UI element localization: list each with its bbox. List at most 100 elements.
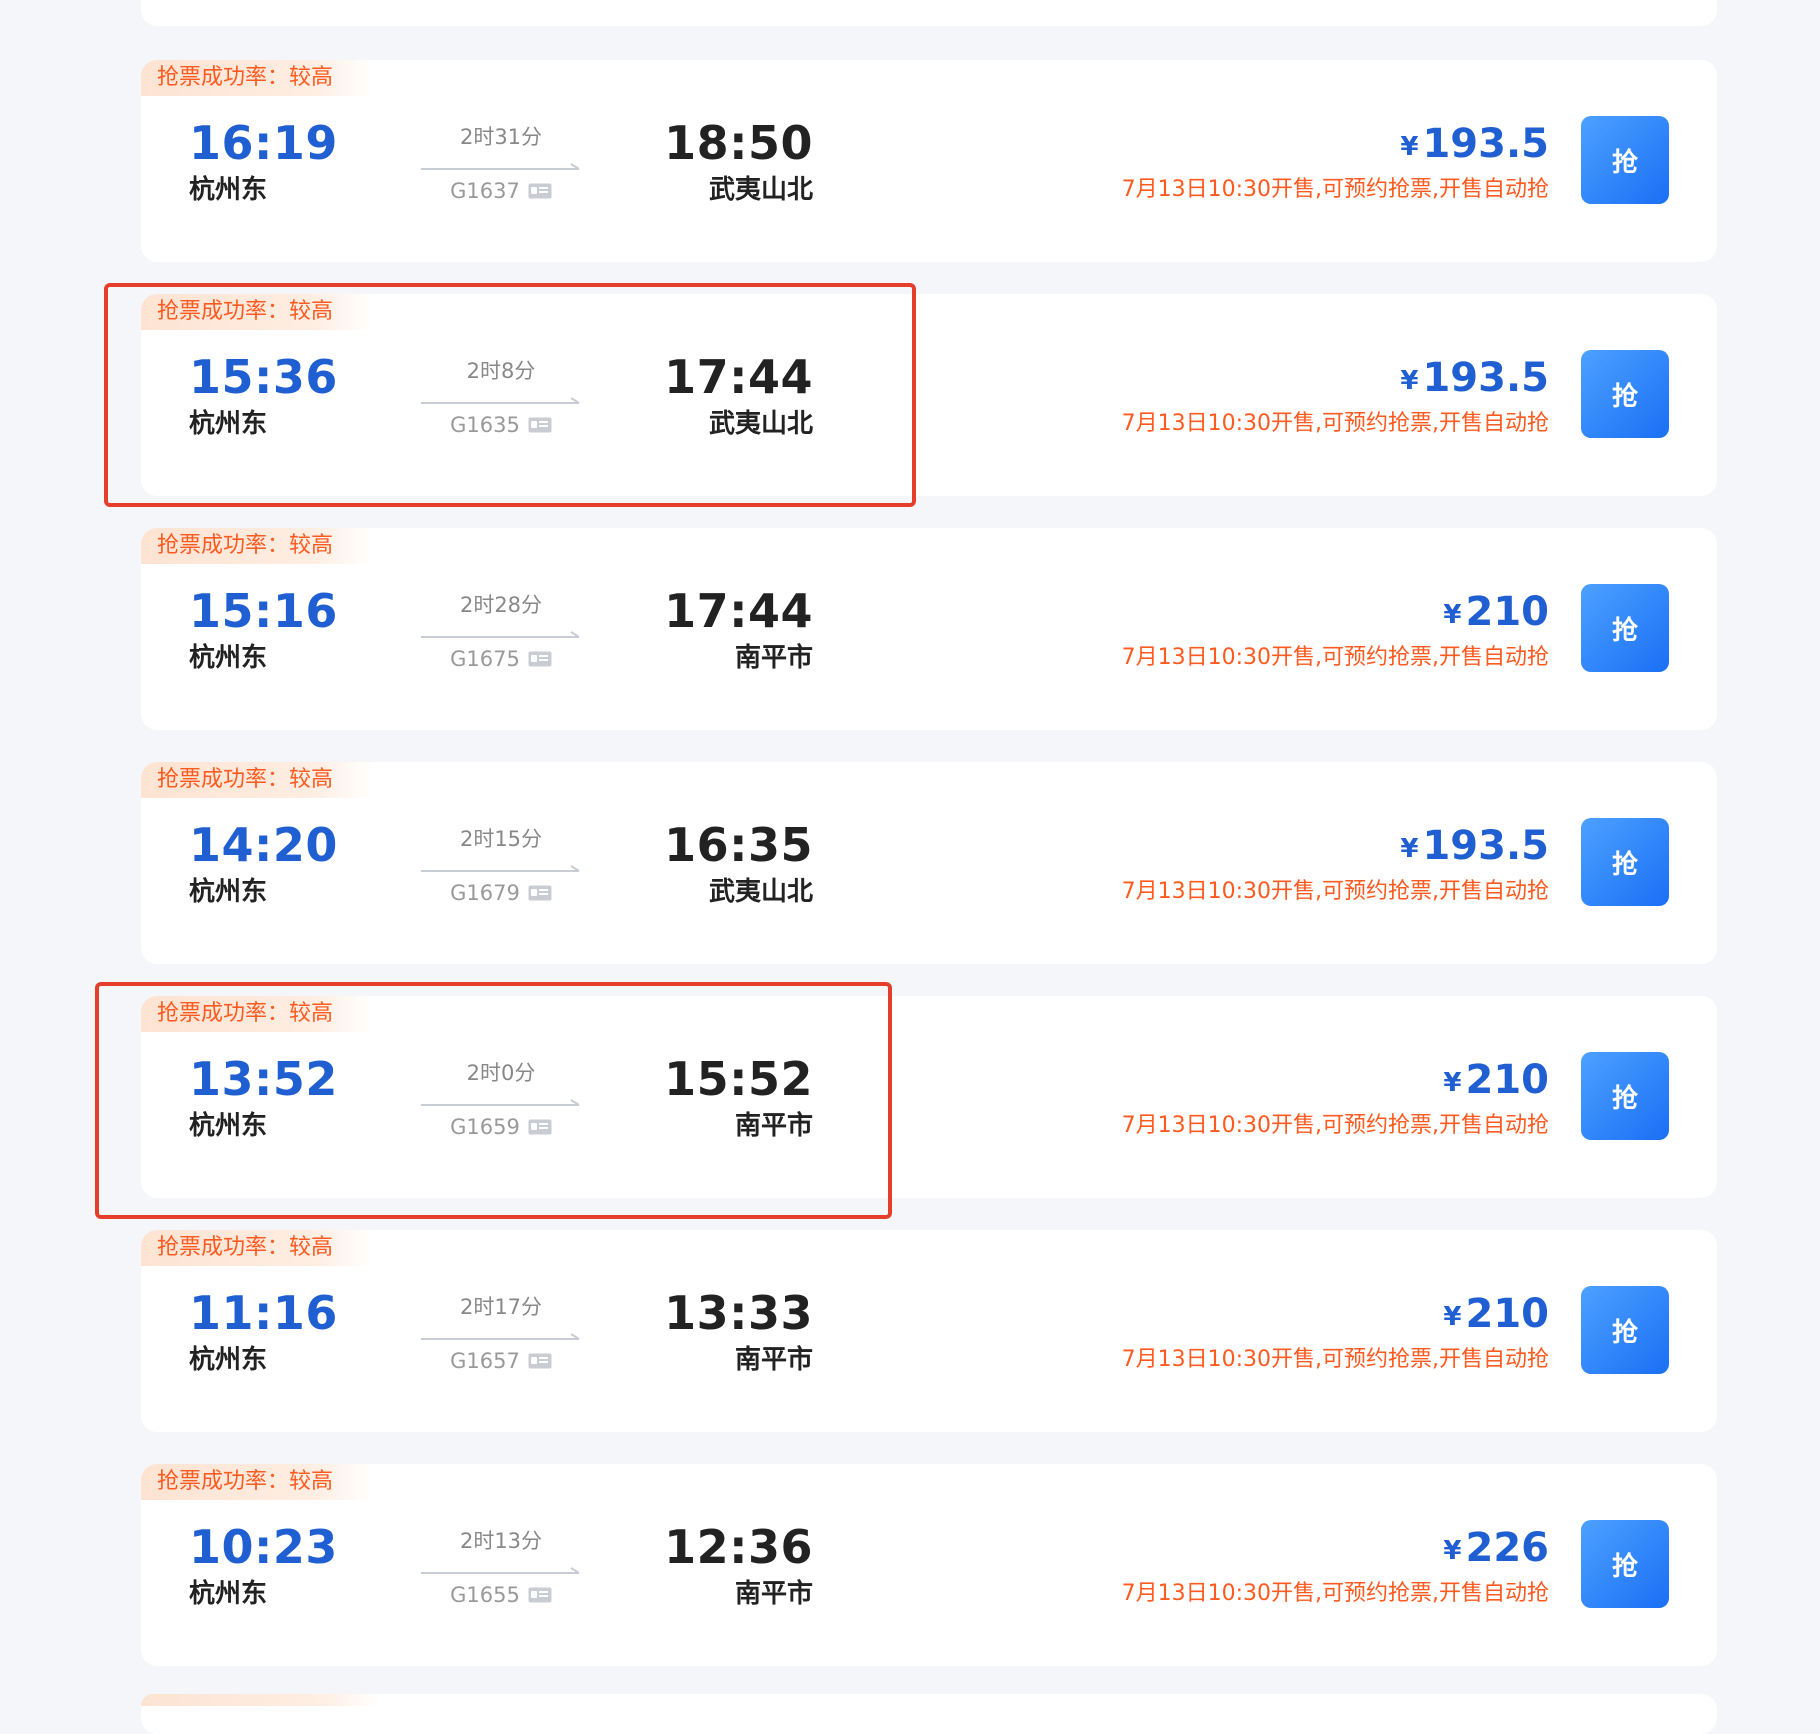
success-rate-badge: 抢票成功率：较高 [141, 996, 374, 1032]
id-card-icon [528, 1119, 552, 1135]
arrival-station: 武夷山北 [708, 409, 813, 439]
grab-ticket-button[interactable]: 抢 [1581, 116, 1669, 204]
trip-duration: 2时8分 [466, 359, 536, 383]
arrival-time: 17:44 [664, 584, 813, 638]
arrival-station: 武夷山北 [708, 175, 813, 205]
price-amount: 193.5 [1422, 823, 1549, 869]
departure-time: 14:20 [189, 818, 338, 872]
departure-station: 杭州东 [189, 409, 268, 439]
train-number: G1635 [450, 413, 520, 437]
trip-duration: 2时15分 [459, 827, 543, 851]
grab-ticket-button[interactable]: 抢 [1581, 584, 1669, 672]
arrival-time: 12:36 [664, 1520, 813, 1574]
route-arrow-icon [421, 865, 580, 872]
train-number: G1637 [450, 179, 520, 203]
departure-station: 杭州东 [189, 175, 268, 205]
train-card[interactable]: 抢票成功率：较高 16:19 杭州东 2时31分 G1637 18:50 武夷山… [141, 60, 1717, 262]
sale-note: 7月13日10:30开售,可预约抢票,开售自动抢 [1121, 411, 1549, 436]
id-card-icon [528, 183, 552, 199]
arrival-station: 南平市 [734, 1579, 813, 1609]
trip-duration: 2时17分 [459, 1295, 543, 1319]
route-arrow-icon [421, 397, 580, 404]
departure-station: 杭州东 [189, 643, 268, 673]
id-card-icon [528, 417, 552, 433]
arrival-time: 16:35 [664, 818, 813, 872]
currency-symbol: ¥ [1400, 132, 1419, 162]
route-arrow-icon [421, 1567, 580, 1574]
train-number: G1657 [450, 1349, 520, 1373]
price-amount: 226 [1465, 1525, 1550, 1571]
departure-station: 杭州东 [189, 1345, 268, 1375]
price-amount: 210 [1465, 589, 1550, 635]
success-rate-badge: 抢票成功率：较高 [141, 1230, 374, 1266]
success-rate-badge: 抢票成功率：较高 [141, 528, 374, 564]
grab-ticket-button[interactable]: 抢 [1581, 350, 1669, 438]
price-amount: 210 [1465, 1057, 1550, 1103]
sale-note: 7月13日10:30开售,可预约抢票,开售自动抢 [1121, 879, 1549, 904]
price-amount: 193.5 [1422, 121, 1549, 167]
train-number-row[interactable]: G1655 [421, 1581, 581, 1609]
train-number-row[interactable]: G1679 [421, 879, 581, 907]
success-rate-badge: 抢票成功率：较高 [141, 294, 374, 330]
train-card[interactable]: 抢票成功率：较高 11:16 杭州东 2时17分 G1657 13:33 南平市… [141, 1230, 1717, 1432]
train-number-row[interactable]: G1657 [421, 1347, 581, 1375]
train-number-row[interactable]: G1659 [421, 1113, 581, 1141]
ticket-price: ¥210 [1443, 588, 1549, 644]
departure-time: 13:52 [189, 1052, 338, 1106]
train-number-row[interactable]: G1637 [421, 177, 581, 205]
ticket-price: ¥193.5 [1400, 120, 1549, 176]
departure-time: 15:36 [189, 350, 338, 404]
success-rate-badge-partial [141, 1694, 381, 1706]
arrival-station: 南平市 [734, 643, 813, 673]
trip-duration: 2时28分 [459, 593, 543, 617]
id-card-icon [528, 651, 552, 667]
currency-symbol: ¥ [1400, 834, 1419, 864]
sale-note: 7月13日10:30开售,可预约抢票,开售自动抢 [1121, 1113, 1549, 1138]
train-number-row[interactable]: G1635 [421, 411, 581, 439]
success-rate-badge: 抢票成功率：较高 [141, 762, 374, 798]
grab-ticket-button[interactable]: 抢 [1581, 818, 1669, 906]
train-number: G1675 [450, 647, 520, 671]
arrival-station: 武夷山北 [708, 877, 813, 907]
id-card-icon [528, 1587, 552, 1603]
departure-time: 16:19 [189, 116, 338, 170]
currency-symbol: ¥ [1443, 1068, 1462, 1098]
departure-time: 10:23 [189, 1520, 338, 1574]
departure-time: 11:16 [189, 1286, 338, 1340]
train-card-partial-top[interactable] [141, 0, 1717, 26]
train-card[interactable]: 抢票成功率：较高 15:36 杭州东 2时8分 G1635 17:44 武夷山北… [141, 294, 1717, 496]
train-card[interactable]: 抢票成功率：较高 13:52 杭州东 2时0分 G1659 15:52 南平市 … [141, 996, 1717, 1198]
ticket-price: ¥210 [1443, 1056, 1549, 1112]
arrival-time: 15:52 [664, 1052, 813, 1106]
arrival-time: 17:44 [664, 350, 813, 404]
ticket-price: ¥210 [1443, 1290, 1549, 1346]
ticket-price: ¥193.5 [1400, 822, 1549, 878]
price-amount: 193.5 [1422, 355, 1549, 401]
arrival-time: 13:33 [664, 1286, 813, 1340]
train-card[interactable]: 抢票成功率：较高 10:23 杭州东 2时13分 G1655 12:36 南平市… [141, 1464, 1717, 1666]
trip-duration: 2时31分 [459, 125, 543, 149]
train-number: G1655 [450, 1583, 520, 1607]
price-amount: 210 [1465, 1291, 1550, 1337]
grab-ticket-button[interactable]: 抢 [1581, 1286, 1669, 1374]
arrival-time: 18:50 [664, 116, 813, 170]
route-arrow-icon [421, 631, 580, 638]
train-number: G1659 [450, 1115, 520, 1139]
departure-station: 杭州东 [189, 877, 268, 907]
grab-ticket-button[interactable]: 抢 [1581, 1520, 1669, 1608]
success-rate-badge: 抢票成功率：较高 [141, 60, 374, 96]
grab-ticket-button[interactable]: 抢 [1581, 1052, 1669, 1140]
route-arrow-icon [421, 1099, 580, 1106]
departure-station: 杭州东 [189, 1579, 268, 1609]
trip-duration: 2时13分 [459, 1529, 543, 1553]
currency-symbol: ¥ [1443, 600, 1462, 630]
train-card[interactable]: 抢票成功率：较高 14:20 杭州东 2时15分 G1679 16:35 武夷山… [141, 762, 1717, 964]
departure-station: 杭州东 [189, 1111, 268, 1141]
route-arrow-icon [421, 163, 580, 170]
sale-note: 7月13日10:30开售,可预约抢票,开售自动抢 [1121, 1347, 1549, 1372]
train-number-row[interactable]: G1675 [421, 645, 581, 673]
currency-symbol: ¥ [1443, 1302, 1462, 1332]
train-card[interactable]: 抢票成功率：较高 15:16 杭州东 2时28分 G1675 17:44 南平市… [141, 528, 1717, 730]
sale-note: 7月13日10:30开售,可预约抢票,开售自动抢 [1121, 1581, 1549, 1606]
departure-time: 15:16 [189, 584, 338, 638]
